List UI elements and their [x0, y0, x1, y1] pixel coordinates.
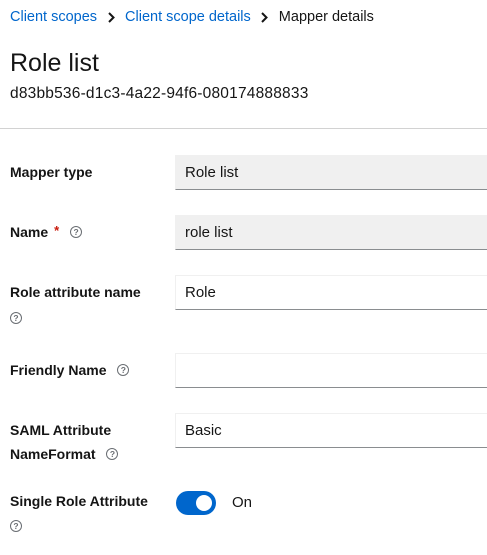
breadcrumb-current: Mapper details — [278, 9, 374, 25]
page-title: Role list — [10, 49, 99, 77]
saml-nameformat-label-line1: SAML Attribute — [10, 422, 112, 438]
toggle-knob — [196, 495, 212, 511]
friendly-name-input[interactable] — [175, 353, 487, 388]
friendly-name-label-text: Friendly Name — [10, 362, 107, 378]
mapper-type-label-text: Mapper type — [10, 164, 93, 180]
saml-nameformat-label: SAML Attribute — [10, 418, 111, 442]
question-circle-icon[interactable]: ? — [10, 520, 22, 533]
single-role-attribute-toggle[interactable] — [176, 491, 216, 515]
angle-right-icon — [261, 11, 269, 23]
role-attribute-name-help-row: ? — [10, 306, 22, 330]
toggle-state-label: On — [232, 494, 253, 511]
mapper-type-label: Mapper type — [10, 160, 92, 184]
role-attribute-name-label-text: Role attribute name — [10, 284, 141, 300]
breadcrumb-link-client-scopes[interactable]: Client scopes — [10, 9, 97, 25]
required-indicator: * — [54, 223, 60, 238]
saml-nameformat-label-row2: NameFormat ? — [10, 442, 119, 466]
role-attribute-name-input[interactable] — [175, 275, 487, 310]
saml-nameformat-label-line2: NameFormat — [10, 446, 96, 462]
question-circle-icon[interactable]: ? — [106, 448, 119, 461]
angle-right-icon — [107, 11, 115, 23]
friendly-name-label: Friendly Name ? — [10, 358, 130, 382]
saml-nameformat-select[interactable]: Basic — [175, 413, 487, 448]
single-role-attribute-label: Single Role Attribute — [10, 489, 148, 513]
mapper-id: d83bb536-d1c3-4a22-94f6-080174888833 — [10, 85, 309, 102]
question-circle-icon[interactable]: ? — [10, 312, 22, 325]
divider — [0, 128, 487, 129]
breadcrumb: Client scopes Client scope details Mappe… — [10, 9, 374, 25]
single-role-attribute-label-text: Single Role Attribute — [10, 493, 148, 509]
question-circle-icon[interactable]: ? — [70, 226, 83, 239]
name-label-text: Name — [10, 224, 49, 240]
breadcrumb-link-client-scope-details[interactable]: Client scope details — [125, 9, 251, 25]
role-attribute-name-label: Role attribute name — [10, 280, 141, 304]
mapper-type-field: Role list — [175, 155, 487, 190]
question-circle-icon[interactable]: ? — [117, 364, 130, 377]
name-field: role list — [175, 215, 487, 250]
single-role-attribute-help-row: ? — [10, 514, 22, 538]
name-label: Name * ? — [10, 220, 83, 245]
